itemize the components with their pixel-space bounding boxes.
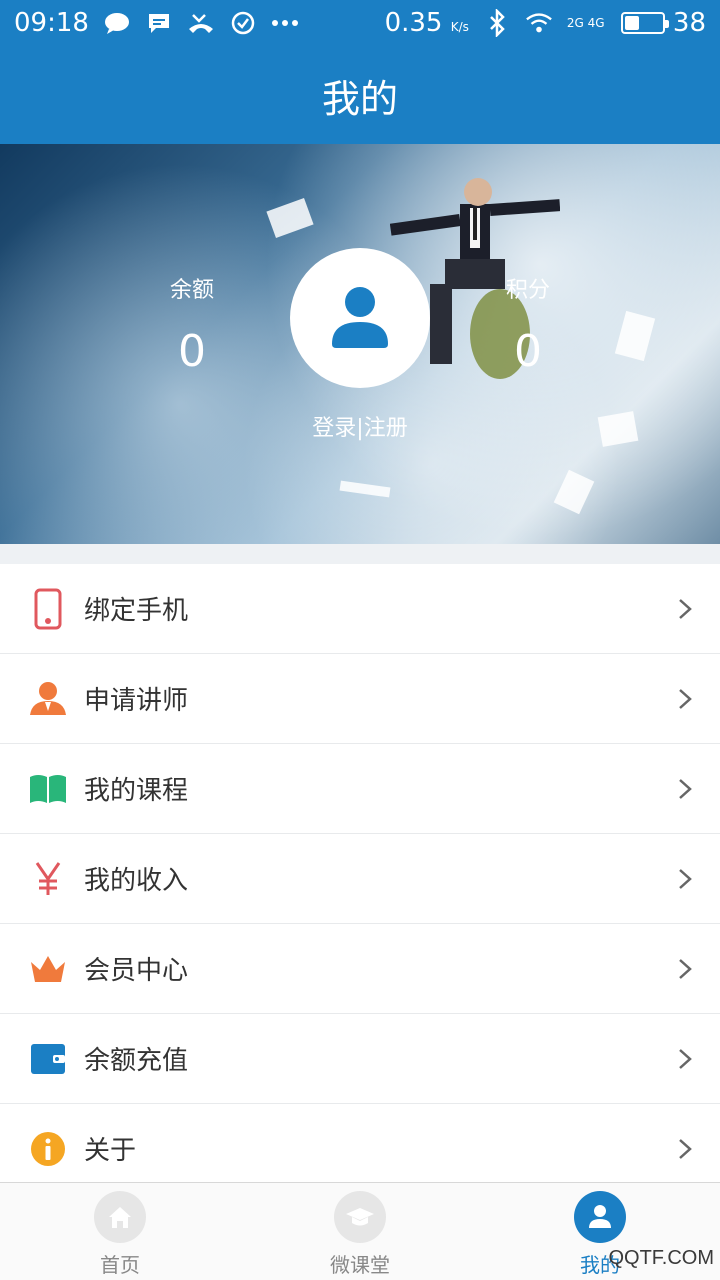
info-icon [28,1129,68,1169]
menu-item-label: 申请讲师 [84,686,189,716]
battery-level: 38 [672,8,706,38]
book-icon [28,769,68,809]
bluetooth-icon [483,9,511,37]
yen-icon [28,859,68,899]
menu-item-label: 余额充值 [84,1046,189,1076]
points-stat: 积分 0 [428,272,628,377]
network-speed: 0.35 K/s [384,8,469,38]
graduation-cap-icon [334,1191,386,1243]
home-icon [94,1191,146,1243]
watermark: QQTF.COM [608,1247,714,1269]
menu-item-label: 会员中心 [84,956,189,986]
check-circle-icon [229,9,257,37]
user-icon [574,1191,626,1243]
status-time: 09:18 [14,8,89,38]
menu-item-label: 我的课程 [84,776,189,806]
more-dots-icon [271,9,299,37]
settings-menu: 绑定手机 申请讲师 我的课程 我的收入 会员中心 余额充值 关于 [0,564,720,1194]
menu-item-my-courses[interactable]: 我的课程 [0,744,720,834]
status-bar: 09:18 0.35 K/s 2G 4G 38 [0,0,720,46]
menu-item-about[interactable]: 关于 [0,1104,720,1194]
battery-indicator: 38 [620,8,706,38]
menu-item-bind-phone[interactable]: 绑定手机 [0,564,720,654]
background-paper [553,469,595,515]
points-value: 0 [514,326,542,377]
avatar[interactable] [290,248,430,388]
menu-item-label: 我的收入 [84,866,189,896]
background-paper [266,198,314,238]
wifi-icon [525,9,553,37]
chat-bubble-icon [103,9,131,37]
tab-label: 微课堂 [330,1253,390,1277]
page-title: 我的 [321,76,398,121]
chevron-right-icon [674,778,696,800]
points-label: 积分 [505,278,550,303]
background-paper [597,411,639,447]
menu-item-recharge[interactable]: 余额充值 [0,1014,720,1104]
chevron-right-icon [674,958,696,980]
user-avatar-icon [332,287,388,348]
balance-stat: 余额 0 [92,272,292,377]
phone-icon [28,588,68,629]
chevron-right-icon [674,688,696,710]
chevron-right-icon [674,1138,696,1160]
chevron-right-icon [674,868,696,890]
menu-item-my-income[interactable]: 我的收入 [0,834,720,924]
wallet-icon [28,1039,68,1079]
chevron-right-icon [674,1048,696,1070]
menu-item-label: 关于 [84,1136,137,1166]
crown-icon [28,949,68,989]
battery-icon [620,12,669,34]
missed-call-icon [187,9,215,37]
cell-signal: 2G 4G [566,16,605,30]
title-bar: 我的 [0,46,720,144]
bottom-nav: 首页 微课堂 我的 QQTF.COM [0,1182,720,1280]
tab-micro-class[interactable]: 微课堂 [240,1183,480,1280]
profile-header: 余额 0 积分 0 登录|注册 [0,144,720,544]
background-paper [339,480,391,498]
message-icon [145,9,173,37]
login-register-link[interactable]: 登录|注册 [260,410,460,442]
lecturer-icon [28,679,68,719]
tab-home[interactable]: 首页 [0,1183,240,1280]
tab-label: 首页 [100,1253,140,1277]
chevron-right-icon [674,598,696,620]
menu-item-member-center[interactable]: 会员中心 [0,924,720,1014]
menu-item-apply-lecturer[interactable]: 申请讲师 [0,654,720,744]
balance-value: 0 [178,326,206,377]
balance-label: 余额 [169,278,214,303]
menu-item-label: 绑定手机 [84,596,189,626]
